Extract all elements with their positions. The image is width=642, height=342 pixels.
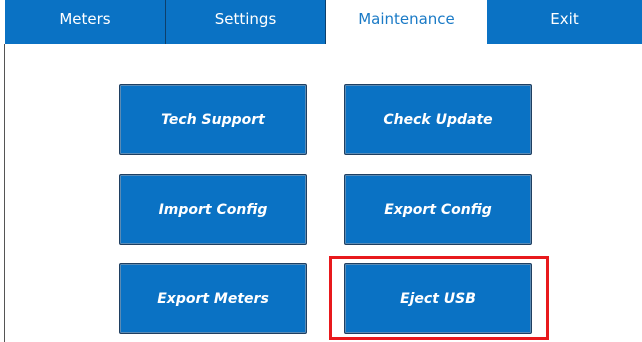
export-meters-button[interactable]: Export Meters [119,263,307,334]
maintenance-screen: Meters Settings Maintenance Exit Tech Su… [0,0,642,342]
eject-usb-highlight-box [329,256,549,340]
check-update-button[interactable]: Check Update [344,84,532,155]
tab-settings[interactable]: Settings [166,0,326,44]
import-config-button[interactable]: Import Config [119,174,307,245]
tab-maintenance[interactable]: Maintenance [326,0,487,44]
screen-left-border [4,44,5,342]
tab-bar: Meters Settings Maintenance Exit [5,0,642,44]
tab-meters[interactable]: Meters [5,0,166,44]
tab-exit[interactable]: Exit [487,0,642,44]
export-config-button[interactable]: Export Config [344,174,532,245]
tech-support-button[interactable]: Tech Support [119,84,307,155]
